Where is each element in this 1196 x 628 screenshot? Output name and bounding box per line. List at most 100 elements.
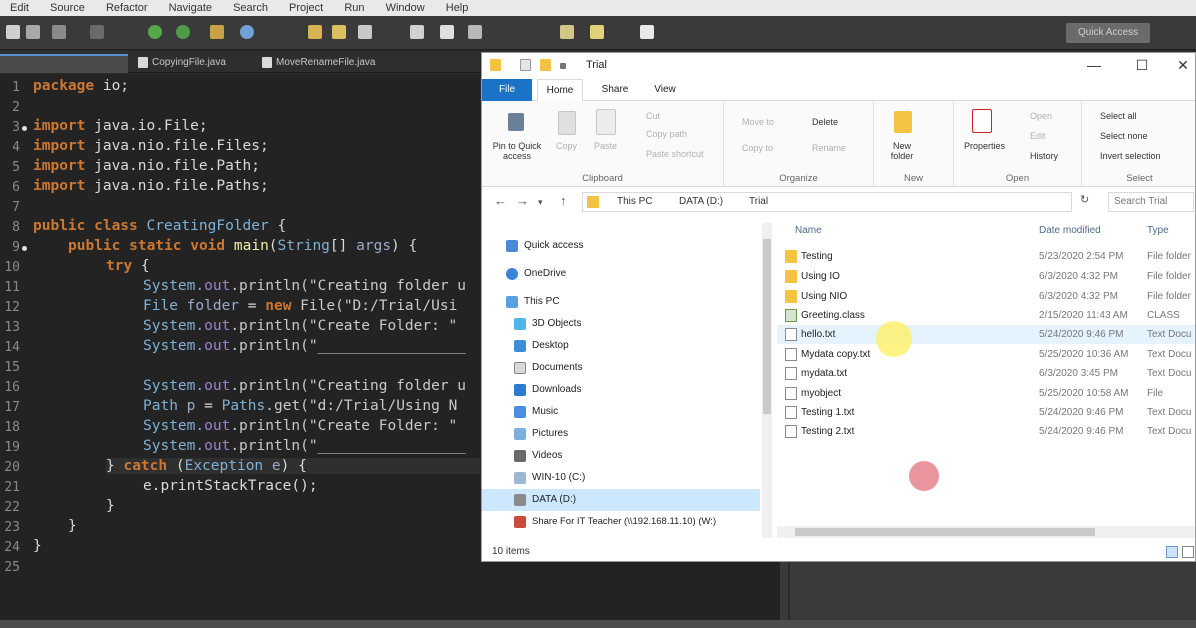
list-item[interactable]: Testing 2.txt 5/24/2020 9:46 PM Text Docu [777, 422, 1195, 441]
file-list-hscrollbar[interactable] [777, 526, 1195, 538]
pencil-icon[interactable] [358, 25, 372, 39]
nav-item-music[interactable]: Music [482, 401, 760, 423]
copy-path-button[interactable]: Copy path [646, 129, 687, 139]
back-arrow-icon[interactable] [590, 25, 604, 39]
copy-to-button[interactable]: Copy to [742, 143, 773, 153]
list-item[interactable]: Testing 1.txt 5/24/2020 9:46 PM Text Docu [777, 403, 1195, 422]
tab-view[interactable]: View [642, 79, 688, 101]
explorer-titlebar[interactable]: Trial — ☐ ✕ [482, 53, 1195, 79]
nav-item-videos[interactable]: Videos [482, 445, 760, 467]
list-item[interactable]: myobject 5/25/2020 10:58 AM File [777, 384, 1195, 403]
folder-open-icon[interactable] [308, 25, 322, 39]
open-button[interactable]: Open [1030, 111, 1052, 121]
nav-item-network-share[interactable]: Share For IT Teacher (\\192.168.11.10) (… [482, 511, 760, 533]
nav-item-pictures[interactable]: Pictures [482, 423, 760, 445]
forward-arrow-icon[interactable] [640, 25, 654, 39]
menu-project[interactable]: Project [289, 0, 323, 16]
highlight-icon[interactable] [440, 25, 454, 39]
list-item[interactable]: Mydata copy.txt 5/25/2020 10:36 AM Text Do… [777, 345, 1195, 364]
menu-refactor[interactable]: Refactor [106, 0, 148, 16]
nav-item-data-d[interactable]: DATA (D:) [482, 489, 760, 511]
tab-share[interactable]: Share [592, 79, 638, 101]
new-folder-icon[interactable] [540, 59, 551, 71]
large-icons-view-icon[interactable] [1182, 546, 1194, 558]
fold-marker[interactable] [22, 126, 27, 131]
search-icon[interactable] [332, 25, 346, 39]
breadcrumb-trial[interactable]: Trial [749, 193, 768, 211]
menu-window[interactable]: Window [386, 0, 425, 16]
maximize-button[interactable]: ☐ [1127, 55, 1157, 75]
forward-arrow-icon[interactable]: → [516, 193, 529, 208]
list-item[interactable]: Using NIO 6/3/2020 4:32 PM File folder [777, 287, 1195, 306]
menu-help[interactable]: Help [446, 0, 469, 16]
details-view-icon[interactable] [1166, 546, 1178, 558]
list-item[interactable]: Using IO 6/3/2020 4:32 PM File folder [777, 267, 1195, 286]
tab-file[interactable]: File [482, 79, 532, 101]
fold-marker[interactable] [22, 246, 27, 251]
rename-button[interactable]: Rename [812, 143, 846, 153]
scroll-thumb[interactable] [763, 239, 771, 414]
debug-icon[interactable] [52, 25, 66, 39]
annotation-icon[interactable] [410, 25, 424, 39]
tab-copyingfile[interactable]: CopyingFile.java [134, 54, 252, 73]
scroll-thumb[interactable] [795, 528, 1095, 536]
list-item[interactable]: mydata.txt 6/3/2020 3:45 PM Text Docu [777, 364, 1195, 383]
nav-item-desktop[interactable]: Desktop [482, 335, 760, 357]
minimize-button[interactable]: — [1079, 55, 1109, 75]
nav-item-downloads[interactable]: Downloads [482, 379, 760, 401]
column-header-name[interactable]: Name [795, 225, 822, 236]
new-file-icon[interactable] [6, 25, 20, 39]
nav-item-onedrive[interactable]: OneDrive [482, 263, 760, 285]
cut-button[interactable]: Cut [646, 111, 660, 121]
column-header-date[interactable]: Date modified [1039, 225, 1101, 236]
chevron-down-icon[interactable]: ▾ [538, 197, 543, 208]
invert-selection-button[interactable]: Invert selection [1100, 151, 1161, 161]
nav-item-win10-c[interactable]: WIN-10 (C:) [482, 467, 760, 489]
delete-button[interactable]: Delete [812, 117, 838, 127]
list-item[interactable]: Testing 5/23/2020 2:54 PM File folder [777, 247, 1195, 266]
properties-button[interactable]: Properties [964, 141, 1005, 151]
pin-icon[interactable] [468, 25, 482, 39]
move-to-button[interactable]: Move to [742, 117, 774, 127]
copy-button[interactable]: Copy [556, 141, 577, 151]
skip-icon[interactable] [90, 25, 104, 39]
code-editor[interactable]: 1 2 3 4 5 6 7 8 9 10 11 12 13 14 15 16 1… [0, 74, 480, 620]
chevron-down-icon[interactable] [560, 63, 566, 69]
menu-source[interactable]: Source [50, 0, 85, 16]
run-config-icon[interactable] [176, 25, 190, 39]
breadcrumb-data-d[interactable]: DATA (D:) [679, 193, 723, 211]
nav-item-this-pc[interactable]: This PC [482, 291, 760, 313]
run-icon[interactable] [148, 25, 162, 39]
tab-home[interactable]: Home [537, 79, 583, 101]
next-annotation-icon[interactable] [560, 25, 574, 39]
new-folder-button[interactable]: New folder [882, 141, 922, 161]
menu-run[interactable]: Run [344, 0, 364, 16]
select-all-button[interactable]: Select all [1100, 111, 1137, 121]
package-icon[interactable] [210, 25, 224, 39]
nav-item-quick-access[interactable]: Quick access [482, 235, 760, 257]
menu-navigate[interactable]: Navigate [169, 0, 212, 16]
address-bar[interactable]: This PC DATA (D:) Trial [582, 192, 1072, 212]
paste-button[interactable]: Paste [594, 141, 617, 151]
history-button[interactable]: History [1030, 151, 1058, 161]
class-icon[interactable] [240, 25, 254, 39]
properties-icon[interactable] [520, 59, 531, 71]
menu-edit[interactable]: Edit [10, 0, 29, 16]
pin-quick-access-button[interactable]: Pin to Quick access [488, 141, 546, 161]
close-button[interactable]: ✕ [1168, 55, 1195, 75]
nav-item-3d-objects[interactable]: 3D Objects [482, 313, 760, 335]
edit-button[interactable]: Edit [1030, 131, 1046, 141]
paste-shortcut-button[interactable]: Paste shortcut [646, 149, 704, 159]
select-none-button[interactable]: Select none [1100, 131, 1148, 141]
breadcrumb-this-pc[interactable]: This PC [617, 193, 653, 211]
save-icon[interactable] [26, 25, 40, 39]
column-header-type[interactable]: Type [1147, 225, 1169, 236]
back-arrow-icon[interactable]: ← [494, 193, 507, 208]
tab-moverenamefile[interactable]: MoveRenameFile.java [258, 54, 398, 73]
search-input[interactable]: Search Trial [1108, 192, 1194, 212]
nav-item-documents[interactable]: Documents [482, 357, 760, 379]
up-arrow-icon[interactable]: ↑ [560, 193, 567, 208]
menu-search[interactable]: Search [233, 0, 268, 16]
file-explorer-window[interactable]: Trial — ☐ ✕ File Home Share View Pin to … [481, 52, 1196, 562]
nav-scrollbar[interactable] [762, 223, 772, 538]
